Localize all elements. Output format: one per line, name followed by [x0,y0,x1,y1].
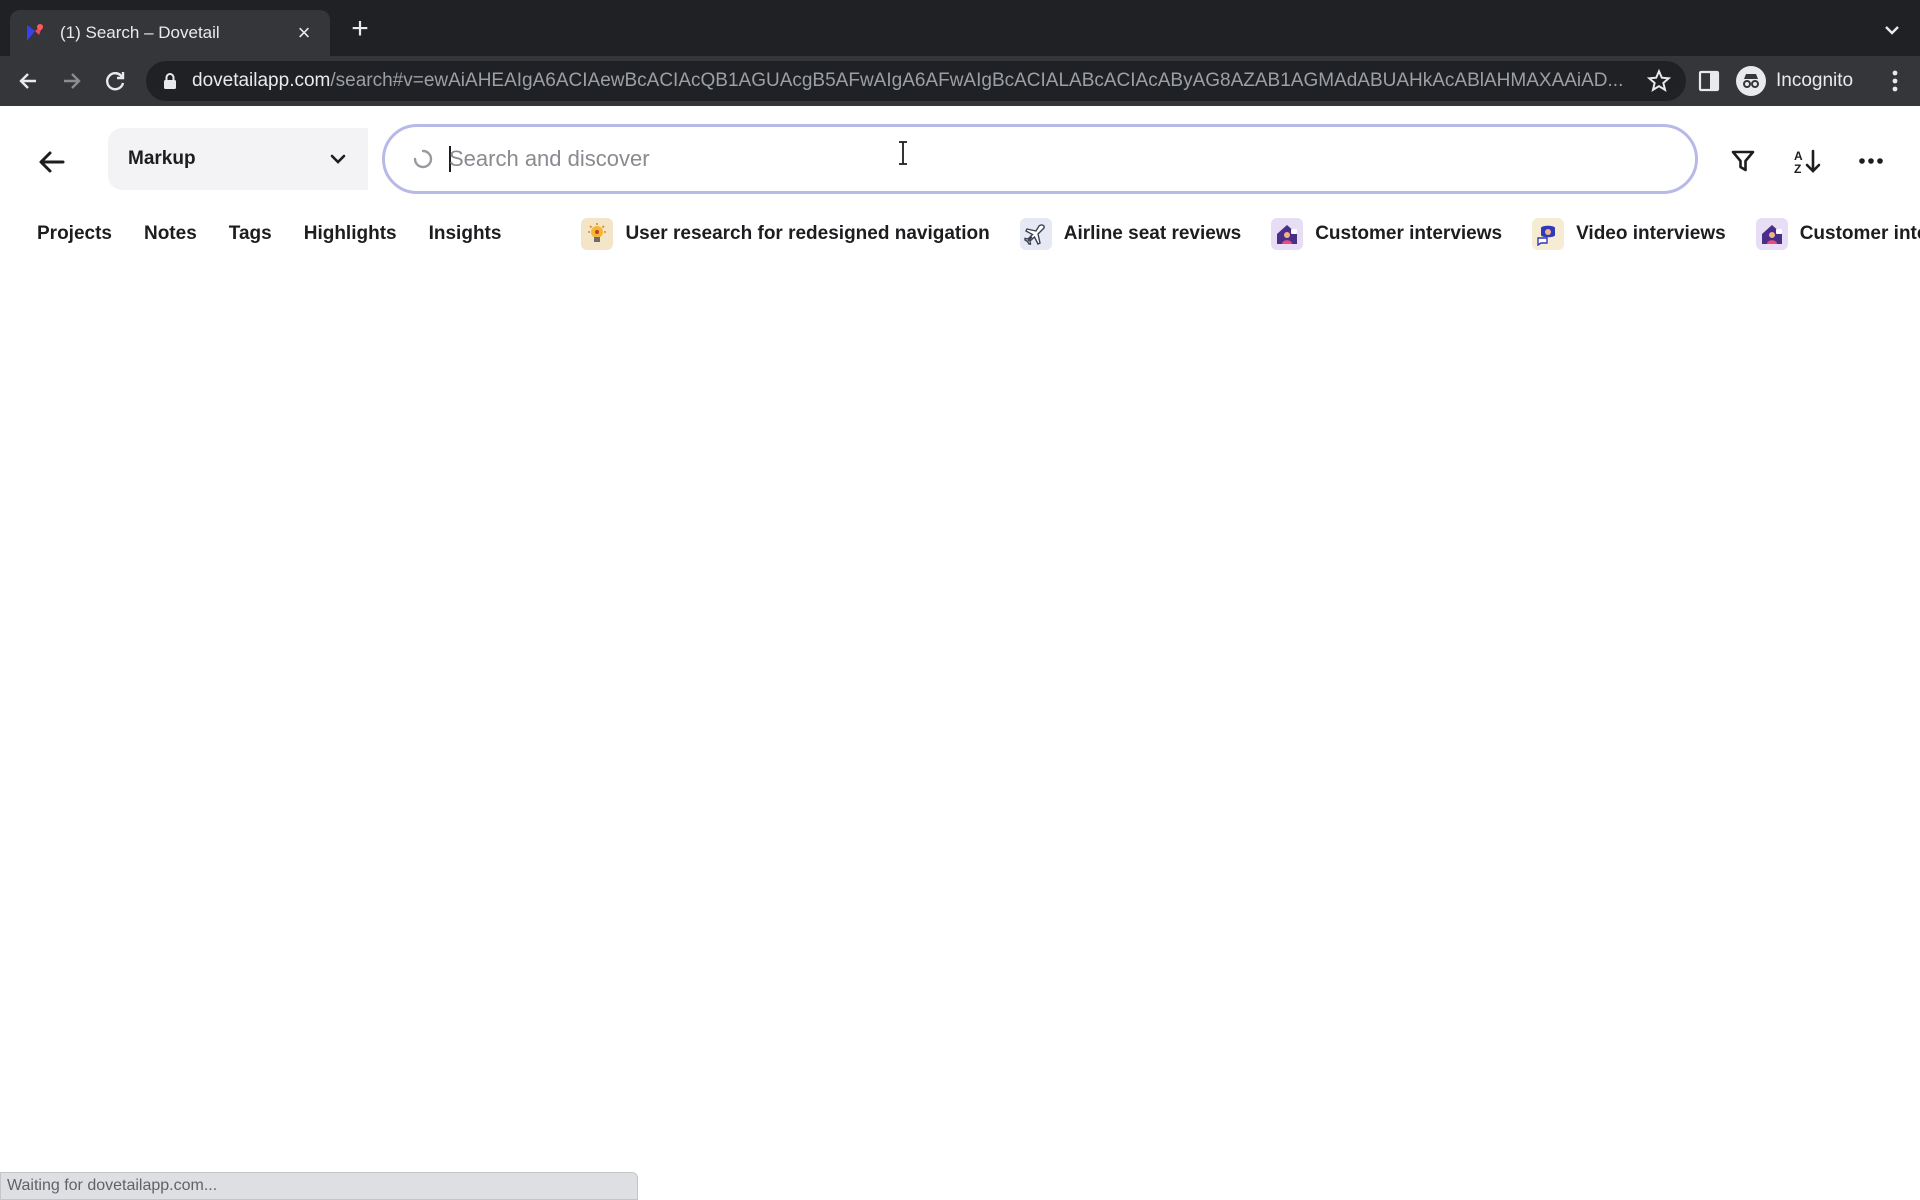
browser-tab-strip: (1) Search – Dovetail × + [0,0,1920,56]
tab-search-chevron-icon[interactable] [1880,18,1904,42]
filter-bar: Projects Notes Tags Highlights Insights … [0,212,1920,256]
browser-forward-icon[interactable] [56,66,86,96]
bookmark-star-icon[interactable] [1646,68,1672,94]
search-box[interactable] [382,124,1698,194]
incognito-label: Incognito [1776,70,1854,91]
address-bar[interactable]: dovetailapp.com/search#v=ewAiAHEAIgA6ACI… [146,61,1686,101]
more-options-icon[interactable] [1854,144,1888,178]
tab-title: (1) Search – Dovetail [60,23,220,42]
project-chip[interactable]: Customer inte [1755,218,1920,250]
new-tab-icon[interactable]: + [344,14,376,46]
url-path: /search#v=ewAiAHEAIgA6ACIAewBcACIAcQB1AG… [330,70,1624,91]
url-host: dovetailapp.com [192,70,331,91]
project-chip-label: Airline seat reviews [1063,223,1242,244]
browser-menu-icon[interactable] [1890,68,1900,94]
lock-icon [164,73,176,89]
search-input[interactable] [449,146,1695,172]
browser-toolbar: dovetailapp.com/search#v=ewAiAHEAIgA6ACI… [0,56,1920,106]
house-icon [1755,218,1788,250]
mouse-text-cursor-icon [899,141,907,165]
project-chip-label: Customer interviews [1315,223,1503,244]
browser-back-icon[interactable] [14,66,44,96]
tab-close-icon[interactable]: × [292,20,316,46]
house-icon [1271,218,1304,250]
reload-icon[interactable] [100,66,130,96]
filter-projects[interactable]: Projects [37,223,112,245]
chat-bubble-icon [1532,218,1565,250]
project-chip-label: Video interviews [1576,223,1726,244]
app-header: Markup A Z [0,106,1920,212]
loading-spinner-icon [413,149,433,169]
project-chip-label: User research for redesigned navigation [625,223,990,244]
browser-tab[interactable]: (1) Search – Dovetail × [10,10,330,56]
chevron-down-icon [330,154,346,164]
dovetail-favicon-icon [27,24,43,41]
incognito-profile-button[interactable]: Incognito [1736,64,1853,98]
svg-text:Z: Z [1794,162,1801,176]
back-arrow-icon[interactable] [36,146,68,178]
workspace-label: Markup [128,148,196,169]
svg-text:A: A [1794,149,1803,163]
filter-highlights[interactable]: Highlights [304,223,397,245]
filter-icon[interactable] [1726,144,1760,178]
workspace-select[interactable]: Markup [108,128,368,190]
lightbulb-icon [581,218,614,250]
project-chip[interactable]: Video interviews [1532,218,1726,250]
project-chip-label: Customer inte [1799,223,1920,244]
side-panel-icon[interactable] [1696,68,1722,94]
incognito-icon [1736,66,1766,96]
project-chip[interactable]: Customer interviews [1271,218,1502,250]
project-chip[interactable]: User research for redesigned navigation [581,218,990,250]
filter-insights[interactable]: Insights [429,223,502,245]
url-text: dovetailapp.com/search#v=ewAiAHEAIgA6ACI… [192,70,1646,92]
filter-tags[interactable]: Tags [229,223,272,245]
sort-icon[interactable]: A Z [1790,144,1824,178]
browser-status-bar: Waiting for dovetailapp.com... [0,1172,638,1200]
project-chip[interactable]: Airline seat reviews [1019,218,1242,250]
airplane-icon [1019,218,1052,250]
filter-notes[interactable]: Notes [144,223,197,245]
